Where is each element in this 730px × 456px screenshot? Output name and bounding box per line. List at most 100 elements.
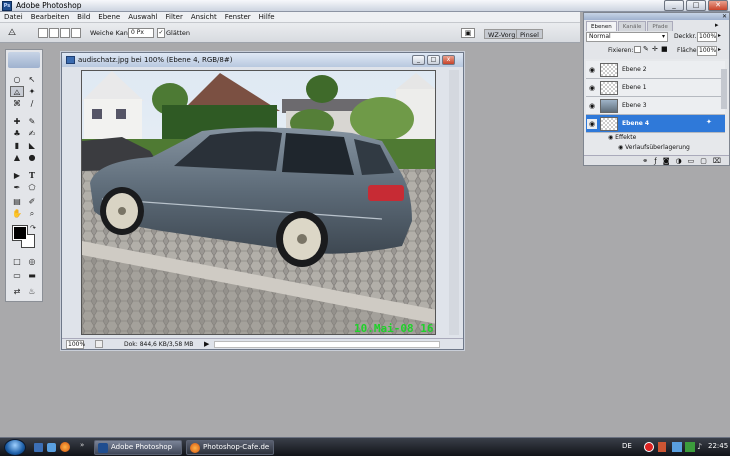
paint-bucket-icon[interactable]: ◣: [25, 140, 39, 151]
lock-position-icon[interactable]: ✛: [652, 45, 658, 53]
tray-volume-icon[interactable]: ♪: [697, 442, 702, 451]
new-selection-icon[interactable]: [38, 28, 48, 38]
menu-bild[interactable]: Bild: [73, 12, 94, 22]
type-tool-icon[interactable]: T: [25, 170, 39, 181]
doc-close-button[interactable]: x: [442, 55, 455, 65]
layers-scrollbar[interactable]: [721, 69, 727, 109]
taskbar-clock[interactable]: 22:45: [708, 442, 728, 450]
task-photoshop-cafe[interactable]: Photoshop-Cafe.de ...: [186, 440, 274, 455]
history-brush-icon[interactable]: ✍: [25, 128, 39, 139]
blur-tool-icon[interactable]: ▲: [10, 152, 24, 163]
menu-ansicht[interactable]: Ansicht: [187, 12, 221, 22]
menu-ebene[interactable]: Ebene: [94, 12, 124, 22]
visibility-eye-icon[interactable]: ◉: [587, 83, 597, 93]
document-vertical-scrollbar[interactable]: [449, 70, 459, 335]
delete-layer-icon[interactable]: ⌧: [713, 156, 721, 165]
menu-bearbeiten[interactable]: Bearbeiten: [27, 12, 73, 22]
close-button[interactable]: ✕: [708, 0, 728, 11]
new-group-icon[interactable]: ▭: [688, 156, 695, 165]
eyedropper-icon[interactable]: ✐: [25, 196, 39, 207]
fill-input[interactable]: 100%: [697, 46, 717, 56]
healing-brush-icon[interactable]: ✚: [10, 116, 24, 127]
palette-menu-icon[interactable]: ▸: [715, 21, 719, 29]
intersect-selection-icon[interactable]: [71, 28, 81, 38]
notes-tool-icon[interactable]: ▤: [10, 196, 24, 207]
menu-fenster[interactable]: Fenster: [221, 12, 255, 22]
add-mask-icon[interactable]: ◙: [663, 156, 670, 165]
swap-colors-icon[interactable]: ↷: [30, 224, 36, 232]
menu-datei[interactable]: Datei: [0, 12, 27, 22]
zoom-field[interactable]: 100%: [66, 340, 85, 349]
imageready-jump-icon[interactable]: ⇄: [10, 286, 24, 297]
new-layer-icon[interactable]: ▢: [700, 156, 707, 165]
antialias-checkbox[interactable]: ✓: [157, 28, 165, 38]
menu-hilfe[interactable]: Hilfe: [255, 12, 279, 22]
toolbox-header-feather-icon[interactable]: [8, 52, 40, 68]
visibility-eye-icon[interactable]: ◉: [587, 119, 597, 129]
lock-all-icon[interactable]: ■: [661, 45, 668, 53]
tray-update-icon[interactable]: [685, 442, 695, 452]
quicklaunch-overflow-icon[interactable]: »: [80, 441, 84, 449]
slice-tool-icon[interactable]: ∕: [25, 98, 39, 109]
palette-well-icon[interactable]: ▣: [461, 28, 475, 38]
add-style-icon[interactable]: ƒ: [654, 156, 656, 165]
layer-row-ebene-2[interactable]: ◉ Ebene 2: [586, 61, 725, 79]
hand-tool-icon[interactable]: ✋: [10, 208, 24, 219]
tray-antivirus-icon[interactable]: [644, 442, 654, 452]
firefox-quicklaunch-icon[interactable]: [60, 442, 70, 452]
maximize-button[interactable]: □: [686, 0, 706, 11]
layer-row-ebene-3[interactable]: ◉ Ebene 3: [586, 97, 725, 115]
marquee-tool-icon[interactable]: ○: [10, 74, 24, 85]
start-button[interactable]: [4, 439, 26, 456]
tray-security-icon[interactable]: [658, 442, 666, 452]
show-desktop-icon[interactable]: [34, 443, 43, 452]
visibility-eye-icon[interactable]: ◉: [587, 65, 597, 75]
status-options-icon[interactable]: [95, 340, 103, 348]
image-canvas[interactable]: 10.Mai-08 16:16: [81, 70, 436, 335]
adjustment-layer-icon[interactable]: ◑: [676, 156, 682, 165]
layer-row-ebene-1[interactable]: ◉ Ebene 1: [586, 79, 725, 97]
switch-windows-icon[interactable]: [47, 443, 56, 452]
imageready-logo-icon[interactable]: ♨: [25, 286, 39, 297]
document-horizontal-scrollbar[interactable]: [214, 341, 440, 348]
minimize-button[interactable]: _: [664, 0, 684, 11]
path-select-icon[interactable]: ▶: [10, 170, 24, 181]
palette-titlebar[interactable]: [584, 13, 729, 20]
layer-effects-fx-icon[interactable]: ✦: [706, 118, 712, 126]
blend-mode-select[interactable]: Normal ▾: [586, 32, 668, 42]
crop-tool-icon[interactable]: ⌘: [10, 98, 24, 109]
task-adobe-photoshop[interactable]: Adobe Photoshop: [94, 440, 182, 455]
document-titlebar[interactable]: audischatz.jpg bei 100% (Ebene 4, RGB/8#…: [62, 53, 463, 67]
opacity-slider-arrow-icon[interactable]: ▸: [718, 32, 721, 39]
screen-mode-1-icon[interactable]: ▭: [10, 270, 24, 281]
subtract-selection-icon[interactable]: [60, 28, 70, 38]
eraser-tool-icon[interactable]: ▮: [10, 140, 24, 151]
menu-filter[interactable]: Filter: [162, 12, 187, 22]
brush-tool-icon[interactable]: ✎: [25, 116, 39, 127]
fill-slider-arrow-icon[interactable]: ▸: [718, 46, 721, 53]
palette-close-icon[interactable]: ✕: [722, 13, 727, 20]
pen-tool-icon[interactable]: ✒: [10, 182, 24, 193]
lasso-tool-preset-icon[interactable]: ⨺: [8, 27, 26, 39]
layer-row-ebene-4[interactable]: ◉ Ebene 4 ✦: [586, 115, 725, 133]
shape-tool-icon[interactable]: ⬠: [25, 182, 39, 193]
tab-pinsel[interactable]: Pinsel: [516, 29, 543, 39]
lock-transparency-icon[interactable]: [634, 46, 641, 53]
effect-item[interactable]: ◉ Verlaufsüberlagerung: [618, 144, 690, 151]
zoom-tool-icon[interactable]: ⌕: [25, 208, 39, 219]
lasso-tool-icon[interactable]: ⨺: [10, 86, 24, 97]
tab-pfade[interactable]: Pfade: [647, 21, 673, 31]
quickmask-mode-icon[interactable]: ◎: [25, 256, 39, 267]
tab-ebenen[interactable]: Ebenen: [586, 21, 617, 31]
tab-kanaele[interactable]: Kanäle: [617, 21, 647, 31]
screen-mode-2-icon[interactable]: ▬: [25, 270, 39, 281]
menu-auswahl[interactable]: Auswahl: [124, 12, 161, 22]
doc-maximize-button[interactable]: □: [427, 55, 440, 65]
feather-input[interactable]: 0 Px: [128, 28, 154, 38]
language-indicator[interactable]: DE: [622, 442, 632, 450]
doc-minimize-button[interactable]: _: [412, 55, 425, 65]
stamp-tool-icon[interactable]: ♣: [10, 128, 24, 139]
link-layers-icon[interactable]: ⚭: [642, 156, 648, 165]
dodge-tool-icon[interactable]: ●: [25, 152, 39, 163]
magic-wand-icon[interactable]: ✦: [25, 86, 39, 97]
